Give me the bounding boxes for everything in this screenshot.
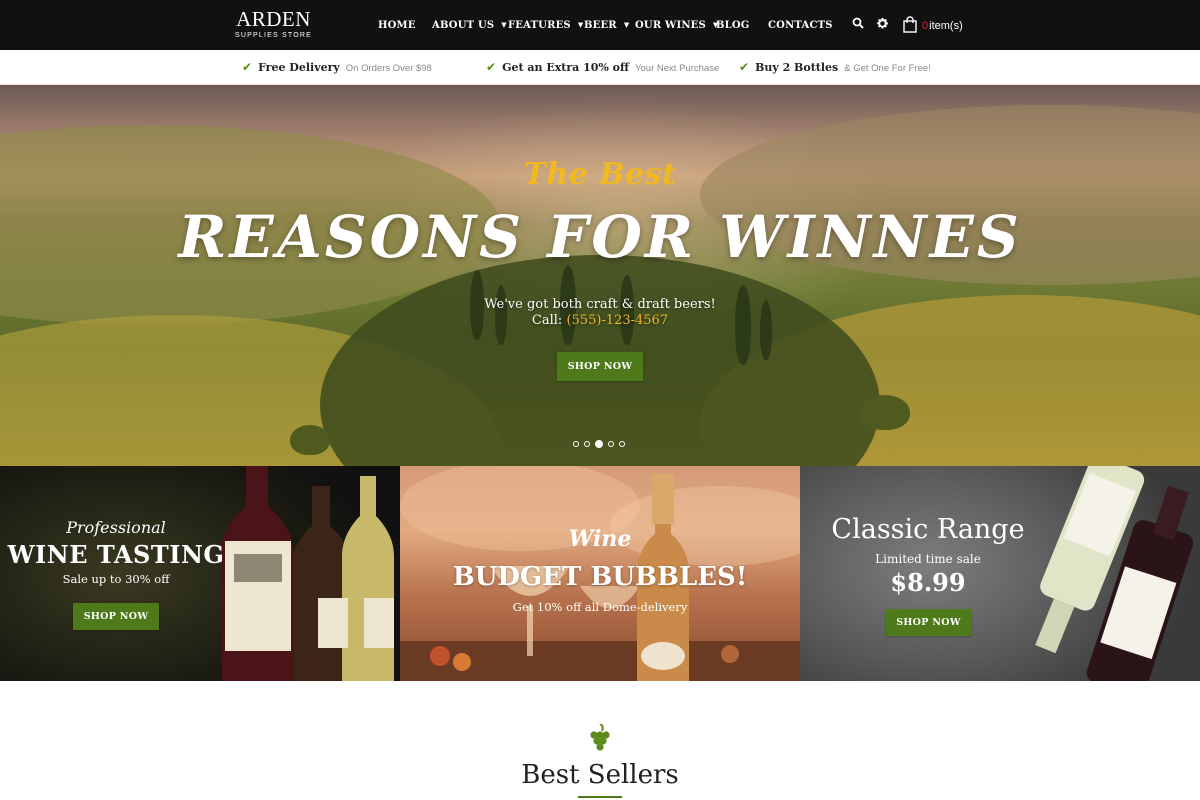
nav-item-label: ABOUT US xyxy=(432,20,495,31)
store-logo[interactable]: ARDEN SUPPLIES STORE xyxy=(235,7,312,40)
promo-main-text: Get an Extra 10% off xyxy=(502,61,630,74)
banner-title: Classic Range xyxy=(831,514,1025,545)
check-icon: ✔ xyxy=(486,60,497,74)
nav-item-our-wines[interactable]: OUR WINES ▼ xyxy=(635,20,719,31)
best-sellers-heading: Best Sellers xyxy=(521,760,679,790)
top-navbar: ARDEN SUPPLIES STORE HOME ABOUT US ▼ FEAT… xyxy=(0,0,1200,50)
promo-sub-text: On Orders Over $98 xyxy=(345,63,432,74)
promo-sub-text: Your Next Purchase xyxy=(635,63,720,74)
phone-number[interactable]: (555)-123-4567 xyxy=(566,313,668,328)
promo-sub-text: & Get One For Free! xyxy=(844,63,931,74)
nav-item-label: BLOG xyxy=(716,20,750,31)
hero-title: Reasons for winnes xyxy=(178,203,1022,271)
banner-wine-tasting[interactable]: Professional WINE TASTING Sale up to 30%… xyxy=(0,466,400,681)
hero-tagline: We've got both craft & draft beers! xyxy=(484,297,716,312)
nav-item-about-us[interactable]: ABOUT US ▼ xyxy=(432,20,507,31)
hero-slider: The Best Reasons for winnes We've got bo… xyxy=(0,85,1200,466)
nav-item-home[interactable]: HOME xyxy=(378,20,416,31)
chevron-down-icon: ▼ xyxy=(501,20,507,29)
nav-item-features[interactable]: FEATURES ▼ xyxy=(508,20,583,31)
banner-subtitle: Sale up to 30% off xyxy=(62,572,170,586)
banner-title: WINE TASTING xyxy=(7,540,225,569)
banner-script-text: Professional xyxy=(66,518,166,537)
nav-item-contacts[interactable]: CONTACTS xyxy=(768,20,833,31)
slider-dot[interactable] xyxy=(584,441,590,447)
slider-dot-active[interactable] xyxy=(595,440,603,448)
banner-subtitle: Limited time sale xyxy=(875,552,981,566)
gear-icon[interactable] xyxy=(876,17,889,34)
slider-pagination xyxy=(573,440,625,448)
promo-item: ✔ Free Delivery On Orders Over $98 xyxy=(242,60,432,74)
slider-dot[interactable] xyxy=(573,441,579,447)
nav-item-beer[interactable]: BEER ▼ xyxy=(584,20,629,31)
slider-dot[interactable] xyxy=(619,441,625,447)
nav-item-label: OUR WINES xyxy=(635,20,706,31)
olive-tree xyxy=(290,425,330,455)
banner-price: $8.99 xyxy=(890,568,966,597)
banner-classic-range[interactable]: Classic Range Limited time sale $8.99 SH… xyxy=(800,466,1200,681)
heading-divider xyxy=(578,796,622,798)
shopping-bag-icon xyxy=(903,16,917,36)
nav-item-blog[interactable]: BLOG xyxy=(716,20,750,31)
nav-item-label: CONTACTS xyxy=(768,20,833,31)
promo-main-text: Buy 2 Bottles xyxy=(755,61,839,74)
olive-tree xyxy=(860,395,910,430)
nav-item-label: BEER xyxy=(584,20,617,31)
promo-main-text: Free Delivery xyxy=(258,61,340,74)
nav-item-label: FEATURES xyxy=(508,20,571,31)
cart-button[interactable]: 0item(s) xyxy=(903,16,963,36)
nav-item-label: HOME xyxy=(378,20,416,31)
search-icon[interactable] xyxy=(852,17,864,33)
check-icon: ✔ xyxy=(739,60,750,74)
slider-dot[interactable] xyxy=(608,441,614,447)
banner-budget-bubbles[interactable]: Wine BUDGET BUBBLES! Get 10% off all Dom… xyxy=(400,466,800,681)
banner-subtitle: Get 10% off all Dome-delivery xyxy=(512,600,688,614)
wine-bottles-image xyxy=(222,466,394,681)
chevron-down-icon: ▼ xyxy=(623,20,630,29)
hero-shop-now-button[interactable]: SHOP NOW xyxy=(557,352,643,381)
banner-script-text: Wine xyxy=(568,526,632,552)
logo-tagline: SUPPLIES STORE xyxy=(235,32,312,39)
grape-icon xyxy=(590,724,610,751)
promo-strip: ✔ Free Delivery On Orders Over $98 ✔ Get… xyxy=(0,50,1200,85)
call-label: Call: xyxy=(531,313,563,328)
hero-call-line: Call: (555)-123-4567 xyxy=(0,313,1200,328)
cart-label: item(s) xyxy=(929,20,963,32)
hero-kicker: The Best xyxy=(523,157,677,192)
banner-title: BUDGET BUBBLES! xyxy=(452,562,748,592)
cart-count: 0 xyxy=(922,20,929,32)
chevron-down-icon: ▼ xyxy=(577,20,584,29)
logo-name: ARDEN xyxy=(236,7,311,31)
promo-item: ✔ Buy 2 Bottles & Get One For Free! xyxy=(739,60,931,74)
banner-shop-now-button[interactable]: SHOP NOW xyxy=(886,609,971,636)
promo-item: ✔ Get an Extra 10% off Your Next Purchas… xyxy=(486,60,719,74)
check-icon: ✔ xyxy=(242,60,253,74)
banner-shop-now-button[interactable]: SHOP NOW xyxy=(73,603,159,630)
